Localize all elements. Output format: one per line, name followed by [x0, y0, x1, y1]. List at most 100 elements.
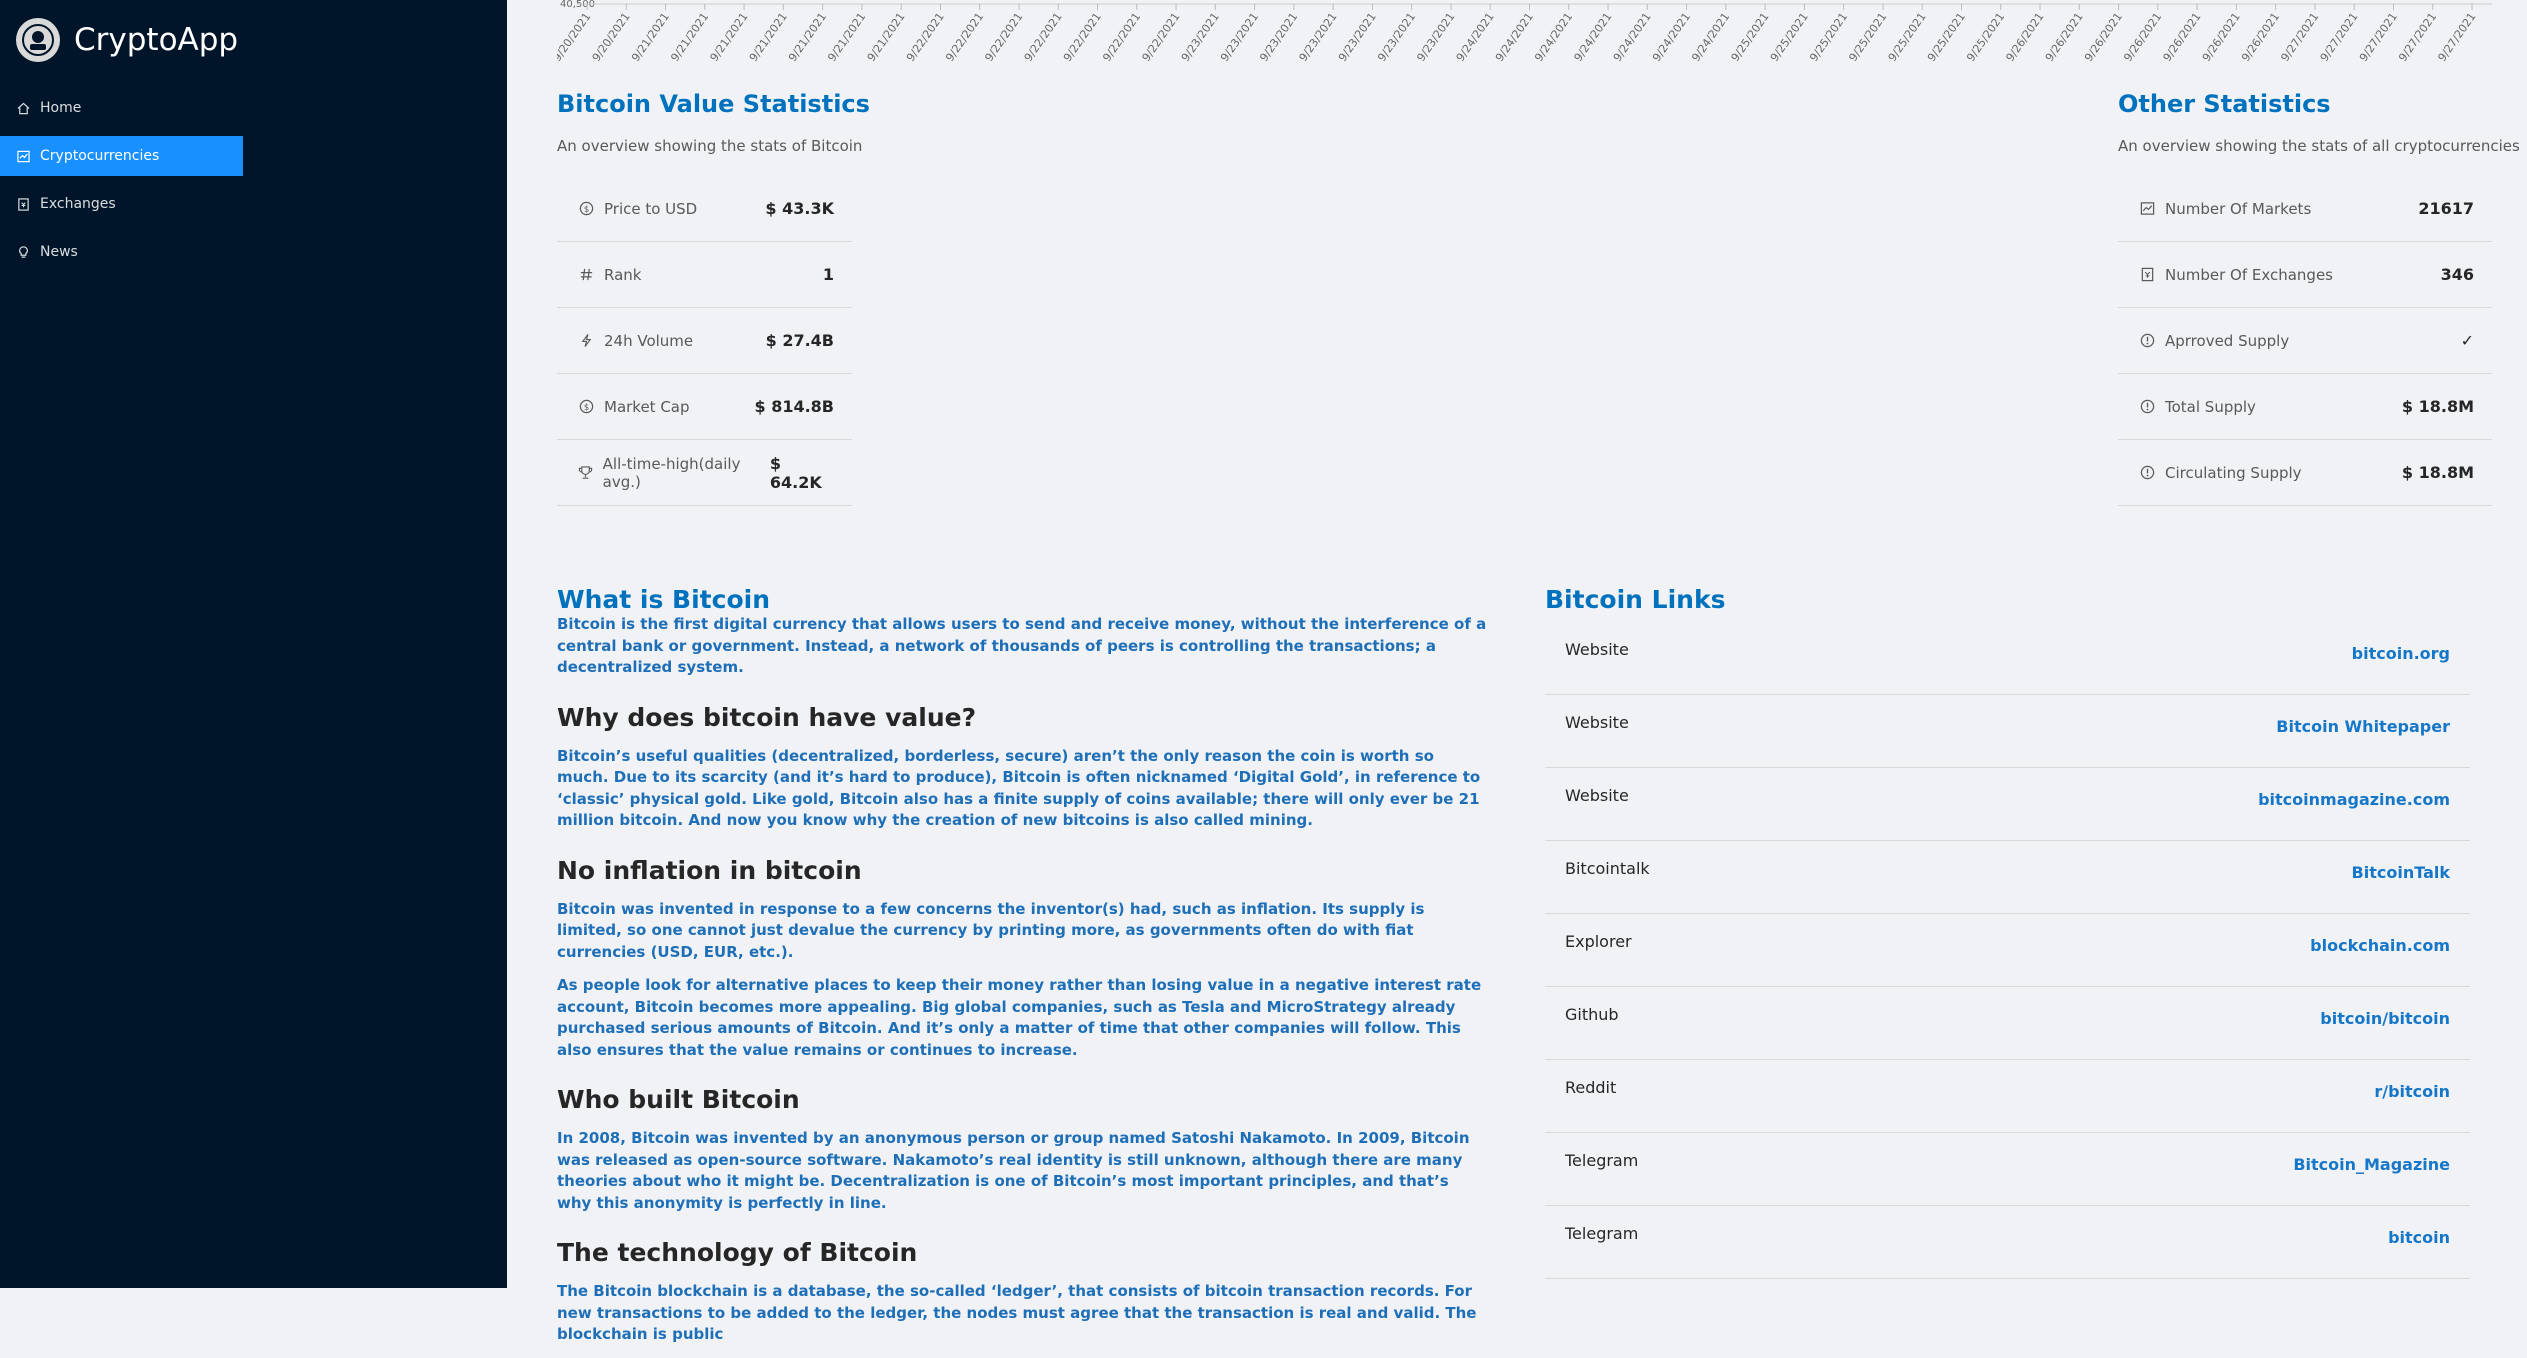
link-type: Website — [1565, 640, 1629, 659]
link-type: Website — [1565, 786, 1629, 805]
menu-item-exchanges[interactable]: Exchanges — [0, 184, 243, 224]
other-stats-subtitle: An overview showing the stats of all cry… — [2118, 137, 2520, 155]
stat-value: $ 43.3K — [765, 199, 834, 218]
link-type: Telegram — [1565, 1224, 1639, 1243]
x-tick-label: 9/26/2021 — [2161, 10, 2204, 64]
x-tick-label: 9/22/2021 — [1061, 10, 1104, 64]
x-tick-label: 9/25/2021 — [1964, 10, 2007, 64]
link-anchor[interactable]: bitcoin.org — [2352, 644, 2450, 663]
menu-item-label: Home — [40, 100, 82, 116]
x-tick-label: 9/27/2021 — [2357, 10, 2400, 64]
thunderbolt-icon — [577, 332, 595, 350]
description-intro: Bitcoin is the first digital currency th… — [557, 615, 1487, 676]
x-tick-label: 9/24/2021 — [1689, 10, 1732, 64]
menu-item-news[interactable]: News — [0, 232, 243, 272]
link-row: Bitcointalk BitcoinTalk — [1545, 841, 2470, 914]
x-tick-label: 9/22/2021 — [943, 10, 986, 64]
price-chart-axis: 40,500 9/20/2021 9/20/2021 9/21/2021 9/21/20… — [557, 0, 2492, 75]
x-tick-label: 9/26/2021 — [2121, 10, 2164, 64]
link-anchor[interactable]: bitcoin/bitcoin — [2320, 1009, 2450, 1028]
link-anchor[interactable]: BitcoinTalk — [2352, 863, 2450, 882]
app-title: CryptoApp — [74, 22, 239, 58]
x-tick-label: 9/27/2021 — [2278, 10, 2321, 64]
link-anchor[interactable]: blockchain.com — [2310, 936, 2450, 955]
x-tick-label: 9/26/2021 — [2043, 10, 2086, 64]
coin-description: What is Bitcoin Bitcoin is the first dig… — [557, 585, 1487, 1358]
link-type: Website — [1565, 713, 1629, 732]
number-icon — [577, 266, 595, 284]
section-heading: No inflation in bitcoin — [557, 855, 862, 885]
x-tick-label: 9/25/2021 — [1729, 10, 1772, 64]
x-tick-label: 9/23/2021 — [1375, 10, 1418, 64]
x-tick-label: 9/24/2021 — [1493, 10, 1536, 64]
stat-label: Number Of Exchanges — [2165, 265, 2333, 284]
stat-row-exchanges: Number Of Exchanges 346 — [2118, 242, 2492, 308]
link-type: Bitcointalk — [1565, 859, 1650, 878]
menu-item-cryptocurrencies[interactable]: Cryptocurrencies — [0, 136, 243, 176]
value-stats-title: Bitcoin Value Statistics — [557, 90, 870, 118]
chart-x-axis: 40,5009/20/20219/20/20219/21/20219/21/20… — [557, 0, 2492, 64]
section-paragraph: In 2008, Bitcoin was invented by an anon… — [557, 1129, 1470, 1212]
x-tick-label: 9/22/2021 — [904, 10, 947, 64]
sidebar: CryptoApp Home Cryptocurrencies Exchange… — [0, 0, 507, 1288]
link-row: Telegram bitcoin — [1545, 1206, 2470, 1279]
link-row: Website bitcoin.org — [1545, 622, 2470, 695]
stat-label: All-time-high(daily avg.) — [602, 454, 741, 491]
link-anchor[interactable]: bitcoin — [2388, 1228, 2450, 1247]
stat-value: 1 — [822, 265, 834, 284]
section-paragraph: Bitcoin’s useful qualities (decentralize… — [557, 746, 1481, 830]
x-tick-label: 9/25/2021 — [1846, 10, 1889, 64]
logo[interactable]: CryptoApp — [16, 18, 238, 62]
link-anchor[interactable]: bitcoinmagazine.com — [2258, 790, 2450, 809]
x-tick-label: 9/21/2021 — [825, 10, 868, 64]
x-tick-label: 9/21/2021 — [865, 10, 908, 64]
svg-text:$: $ — [583, 402, 588, 412]
link-anchor[interactable]: Bitcoin Whitepaper — [2276, 717, 2450, 736]
fund-icon — [16, 149, 30, 163]
x-tick-label: 9/24/2021 — [1454, 10, 1497, 64]
stat-value: $ 18.8M — [2401, 463, 2474, 482]
link-row: Reddit r/bitcoin — [1545, 1060, 2470, 1133]
x-tick-label: 9/24/2021 — [1650, 10, 1693, 64]
x-tick-label: 9/25/2021 — [1768, 10, 1811, 64]
stat-row-price: $ Price to USD $ 43.3K — [557, 176, 852, 242]
x-tick-label: 9/22/2021 — [1100, 10, 1143, 64]
stat-value: $ 814.8B — [754, 397, 834, 416]
link-row: Website Bitcoin Whitepaper — [1545, 695, 2470, 768]
x-tick-label: 9/27/2021 — [2435, 10, 2478, 64]
link-anchor[interactable]: Bitcoin_Magazine — [2293, 1155, 2450, 1174]
fund-icon — [2138, 200, 2156, 218]
stat-row-market-cap: $ Market Cap $ 814.8B — [557, 374, 852, 440]
stat-value: $ 64.2K — [769, 453, 822, 492]
stat-label: Aprroved Supply — [2165, 331, 2290, 350]
check-icon: ✓ — [2460, 331, 2474, 350]
link-anchor[interactable]: r/bitcoin — [2374, 1082, 2450, 1101]
x-tick-label: 9/21/2021 — [747, 10, 790, 64]
money-collect-icon — [2138, 266, 2156, 284]
x-tick-label: 9/26/2021 — [2200, 10, 2243, 64]
exclamation-circle-icon — [2138, 464, 2156, 482]
stat-label: Total Supply — [2165, 397, 2256, 416]
x-tick-label: 9/22/2021 — [982, 10, 1025, 64]
link-row: Website bitcoinmagazine.com — [1545, 768, 2470, 841]
x-tick-label: 9/22/2021 — [1140, 10, 1183, 64]
section-paragraph: Bitcoin was invented in response to a fe… — [557, 899, 1425, 961]
menu-item-home[interactable]: Home — [0, 88, 243, 128]
link-row: Telegram Bitcoin_Magazine — [1545, 1133, 2470, 1206]
section-paragraph: As people look for alternative places to… — [557, 976, 1482, 1059]
stat-value: 21617 — [2418, 199, 2474, 218]
x-tick-label: 9/27/2021 — [2318, 10, 2361, 64]
section-paragraph: The Bitcoin blockchain is a database, th… — [557, 1282, 1477, 1343]
crypto-logo-icon — [16, 18, 60, 62]
stat-row-all-time-high: All-time-high(daily avg.) $ 64.2K — [557, 440, 852, 506]
stat-row-circulating-supply: Circulating Supply $ 18.8M — [2118, 440, 2492, 506]
stat-label: Circulating Supply — [2165, 463, 2302, 482]
exclamation-circle-icon — [2138, 332, 2156, 350]
section-heading: Why does bitcoin have value? — [557, 702, 977, 732]
link-type: Telegram — [1565, 1151, 1639, 1170]
x-tick-label: 9/20/2021 — [590, 10, 633, 64]
dollar-circle-icon: $ — [577, 398, 595, 416]
x-tick-label: 9/23/2021 — [1297, 10, 1340, 64]
x-tick-label: 9/24/2021 — [1532, 10, 1575, 64]
trophy-icon — [577, 464, 594, 482]
